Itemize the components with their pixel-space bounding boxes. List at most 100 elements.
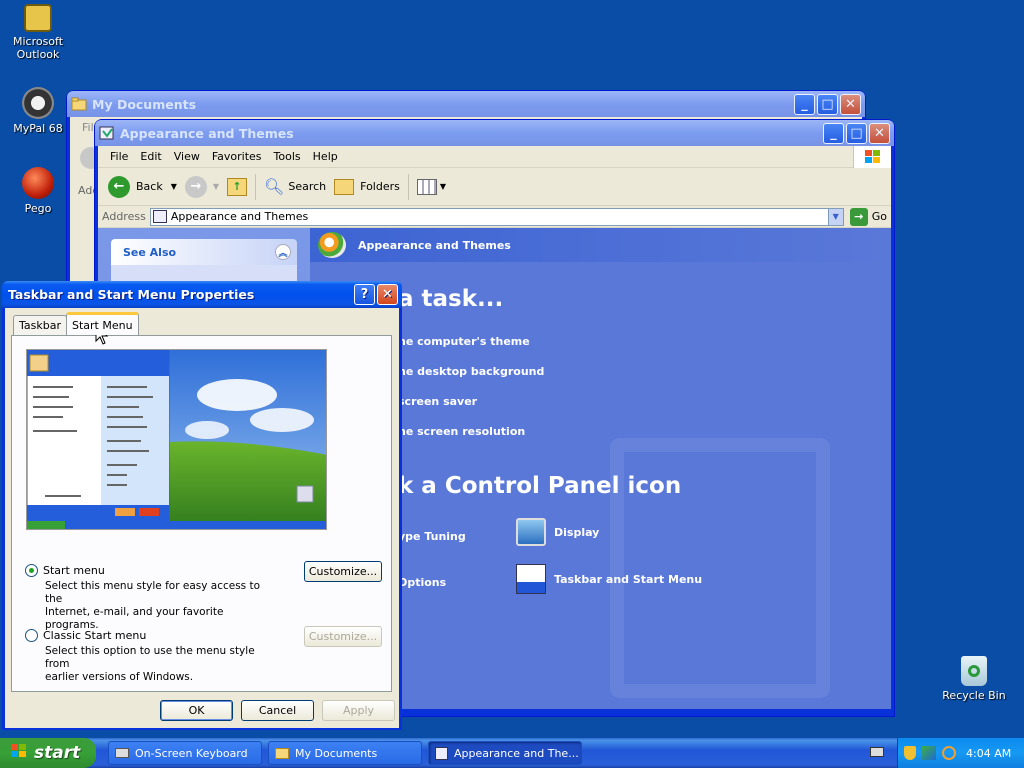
- chevron-down-icon[interactable]: ▼: [827, 208, 843, 225]
- back-button[interactable]: ← Back ▼: [104, 171, 181, 203]
- collapse-icon[interactable]: ︽: [275, 244, 291, 260]
- category-title: Appearance and Themes: [358, 238, 511, 252]
- maximize-button[interactable]: □: [846, 122, 867, 144]
- radio-label: Start menu: [43, 564, 105, 577]
- folder-icon: [275, 747, 289, 759]
- my-documents-titlebar[interactable]: My Documents _ □ ✕: [67, 91, 865, 117]
- radio-button[interactable]: [25, 629, 38, 642]
- maximize-button[interactable]: □: [817, 93, 838, 115]
- forward-button[interactable]: → ▼: [181, 171, 223, 203]
- go-button[interactable]: → Go: [849, 207, 887, 226]
- outlook-icon: [24, 4, 52, 32]
- windows-logo-icon: [10, 743, 28, 764]
- chevron-down-icon: ▼: [212, 182, 220, 191]
- address-value: Appearance and Themes: [170, 210, 309, 223]
- cancel-button[interactable]: Cancel: [241, 700, 314, 721]
- forward-arrow-icon: →: [184, 175, 207, 198]
- desktop-icon-label: Outlook: [16, 48, 60, 61]
- dialog-titlebar[interactable]: Taskbar and Start Menu Properties ? ✕: [2, 281, 402, 308]
- description-line: earlier versions of Windows.: [45, 671, 194, 683]
- pego-icon: [22, 167, 54, 199]
- tab-start-menu[interactable]: Start Menu: [66, 312, 139, 335]
- taskbar-item-my-documents[interactable]: My Documents: [268, 741, 422, 765]
- explorer-titlebar[interactable]: Appearance and Themes _ □ ✕: [95, 120, 894, 146]
- start-menu-panel: Start menu Select this menu style for ea…: [11, 335, 392, 692]
- pick-task-heading: a task...: [398, 286, 504, 312]
- help-button[interactable]: ?: [354, 284, 375, 305]
- task-link-background[interactable]: he desktop background: [398, 365, 544, 378]
- radio-button[interactable]: [25, 564, 38, 577]
- menu-file[interactable]: File: [104, 150, 134, 163]
- see-also-header[interactable]: See Also ︽: [111, 239, 297, 265]
- dialog-tabs: Taskbar Start Menu: [13, 312, 139, 335]
- close-button[interactable]: ✕: [377, 284, 398, 305]
- description-line: Select this option to use the menu style…: [45, 645, 255, 670]
- cp-icon-display[interactable]: Display: [516, 518, 599, 546]
- menu-help[interactable]: Help: [307, 150, 344, 163]
- address-bar: Address Appearance and Themes ▼ → Go: [98, 206, 891, 228]
- up-folder-button[interactable]: ↑: [223, 171, 251, 203]
- menu-edit[interactable]: Edit: [134, 150, 167, 163]
- appearance-themes-icon: [318, 232, 346, 258]
- minimize-button[interactable]: _: [794, 93, 815, 115]
- apply-button[interactable]: Apply: [322, 700, 395, 721]
- menu-tools[interactable]: Tools: [268, 150, 307, 163]
- menu-view[interactable]: View: [168, 150, 206, 163]
- description-line: Select this menu style for easy access t…: [45, 580, 261, 605]
- start-menu-radio[interactable]: Start menu: [25, 564, 105, 577]
- taskbar: start On-Screen Keyboard My Documents Ap…: [0, 738, 1024, 768]
- customize-button[interactable]: Customize...: [304, 561, 382, 582]
- start-menu-preview-image: [26, 349, 327, 530]
- folder-icon: [71, 96, 87, 112]
- cp-icon-label: Taskbar and Start Menu: [554, 572, 703, 586]
- security-shield-icon[interactable]: [904, 746, 916, 760]
- chevron-down-icon[interactable]: ▼: [171, 182, 177, 191]
- folders-button[interactable]: Folders: [330, 171, 404, 203]
- chevron-down-icon: ▼: [439, 182, 447, 191]
- tab-taskbar[interactable]: Taskbar: [13, 315, 67, 335]
- close-button[interactable]: ✕: [869, 122, 890, 144]
- taskbar-item-label: Appearance and The...: [454, 746, 579, 760]
- go-label: Go: [871, 210, 887, 223]
- taskbar-properties-dialog[interactable]: Taskbar and Start Menu Properties ? ✕ Ta…: [2, 281, 402, 730]
- taskbar-item-appearance[interactable]: Appearance and The...: [428, 741, 582, 765]
- menubar: File Edit View Favorites Tools Help: [98, 145, 891, 168]
- desktop-icon-pego[interactable]: Pego: [0, 167, 76, 215]
- views-button[interactable]: ▼: [413, 171, 450, 203]
- display-icon: [516, 518, 546, 546]
- views-grid-icon: [416, 178, 437, 195]
- menu-favorites[interactable]: Favorites: [206, 150, 268, 163]
- desktop-icon-mypal[interactable]: MyPal 68: [0, 87, 76, 135]
- toolbar-separator: [407, 173, 409, 200]
- task-link-resolution[interactable]: he screen resolution: [398, 425, 525, 438]
- go-arrow-icon: →: [849, 207, 868, 226]
- task-link-screensaver[interactable]: screen saver: [398, 395, 477, 408]
- close-button[interactable]: ✕: [840, 93, 861, 115]
- address-input[interactable]: Appearance and Themes ▼: [149, 207, 844, 226]
- cp-icon-taskbar[interactable]: Taskbar and Start Menu: [516, 564, 702, 594]
- start-label: start: [34, 743, 81, 763]
- search-icon: 🔍︎: [264, 177, 285, 196]
- cp-icon-cleartype[interactable]: ype Tuning: [398, 530, 466, 543]
- start-button[interactable]: start: [0, 738, 96, 768]
- search-tray-icon[interactable]: [942, 746, 956, 760]
- windows-flag-icon: [853, 145, 891, 168]
- classic-start-menu-radio[interactable]: Classic Start menu: [25, 629, 146, 642]
- desktop-icon-outlook[interactable]: Microsoft Outlook: [0, 4, 76, 61]
- desktop-icon-label: Recycle Bin: [942, 689, 1006, 702]
- taskbar-item-label: My Documents: [295, 746, 378, 760]
- minimize-button[interactable]: _: [823, 122, 844, 144]
- classic-customize-button[interactable]: Customize...: [304, 626, 382, 647]
- taskbar-item-osk[interactable]: On-Screen Keyboard: [108, 741, 262, 765]
- desktop-icon-recycle-bin[interactable]: Recycle Bin: [936, 656, 1012, 702]
- folders-icon: [334, 178, 355, 195]
- ok-button[interactable]: OK: [160, 700, 233, 721]
- search-button[interactable]: 🔍︎ Search: [260, 171, 330, 203]
- taskbar-startmenu-icon: [516, 564, 546, 594]
- back-arrow-icon: ←: [108, 175, 130, 198]
- task-link-theme[interactable]: he computer's theme: [398, 335, 530, 348]
- network-icon[interactable]: [922, 746, 936, 760]
- cp-icon-folder-options[interactable]: Options: [398, 576, 446, 589]
- language-keyboard-icon[interactable]: [870, 747, 884, 757]
- desktop-icon-label: MyPal 68: [13, 122, 63, 135]
